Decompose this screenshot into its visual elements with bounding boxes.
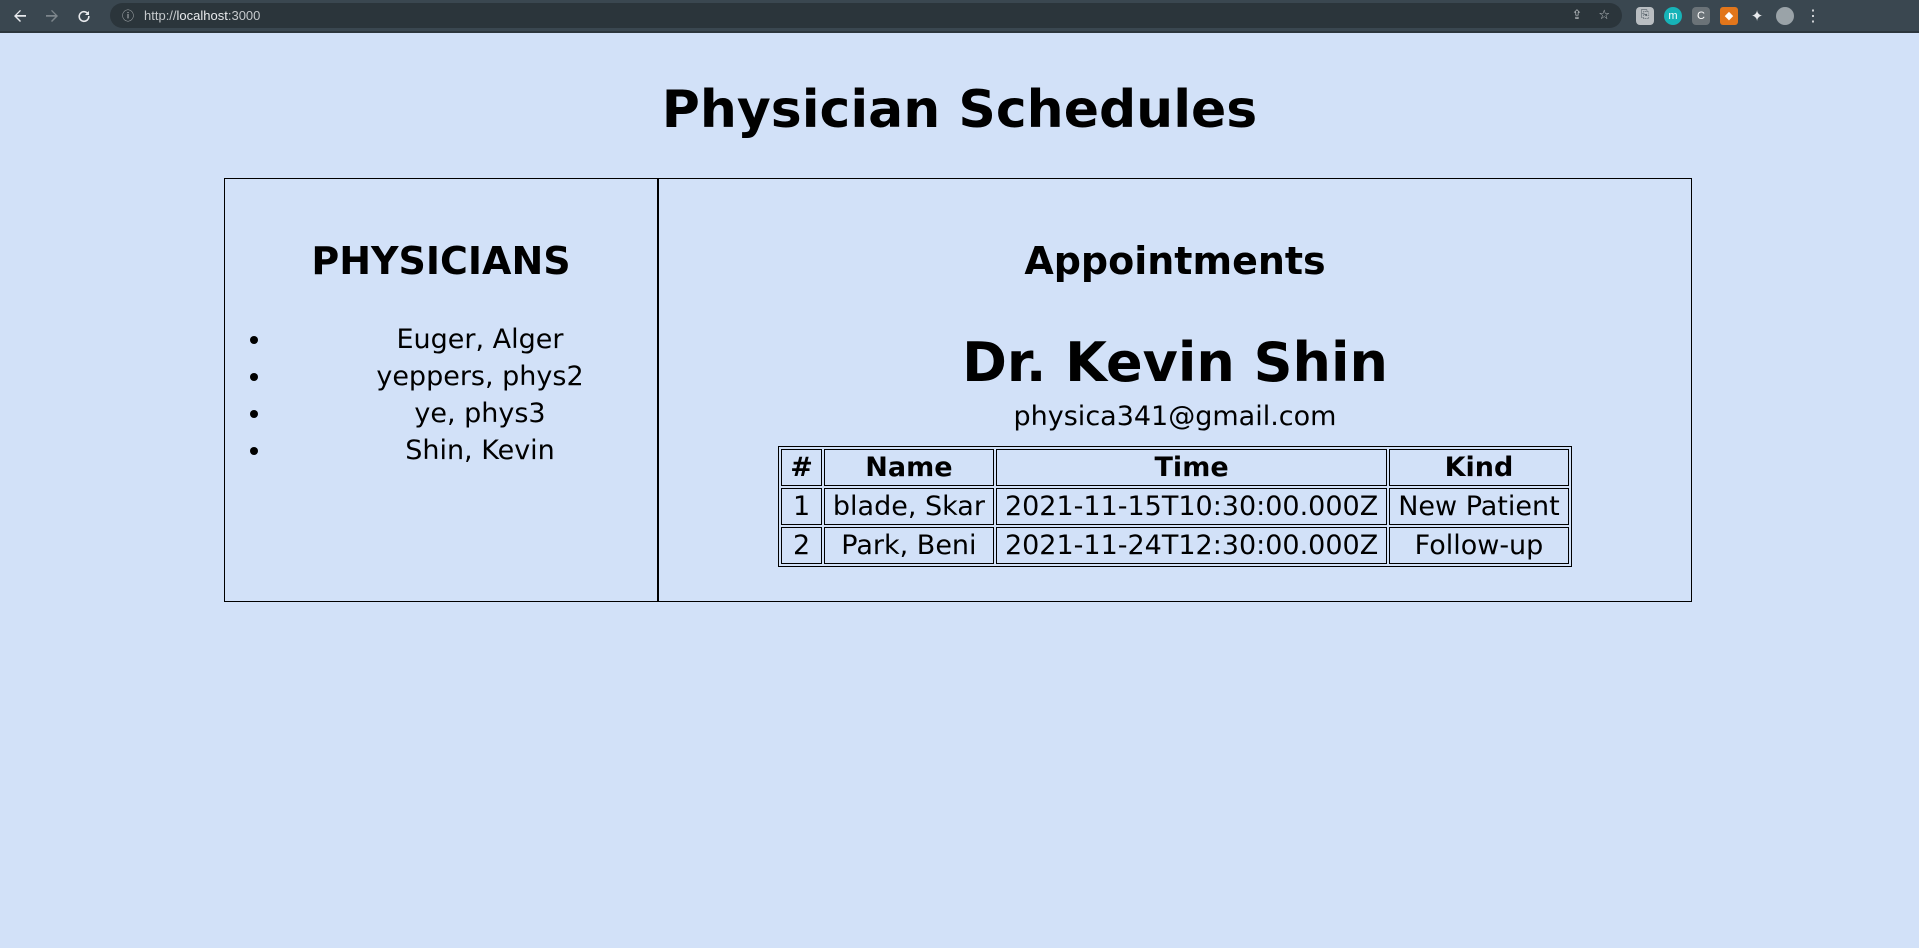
appointments-column: Appointments Dr. Kevin Shin physica341@g…: [659, 179, 1691, 601]
physician-item[interactable]: yeppers, phys2: [273, 358, 657, 395]
column-header-time: Time: [995, 449, 1388, 486]
column-header-number: #: [781, 449, 822, 486]
table-header-row: # Name Time Kind: [781, 449, 1569, 486]
back-arrow-icon[interactable]: [8, 4, 32, 28]
cell-number: 2: [781, 527, 822, 564]
site-info-icon[interactable]: ⓘ: [122, 7, 134, 24]
cell-kind: New Patient: [1389, 488, 1569, 525]
browser-menu-icon[interactable]: ⋮: [1804, 7, 1822, 25]
column-header-name: Name: [823, 449, 994, 486]
page-title: Physician Schedules: [661, 80, 1258, 140]
physician-item[interactable]: Shin, Kevin: [273, 432, 657, 469]
cell-kind: Follow-up: [1389, 527, 1569, 564]
extension-c-icon[interactable]: C: [1692, 6, 1710, 25]
physician-list: Euger, Alger yeppers, phys2 ye, phys3 Sh…: [225, 321, 657, 469]
physicians-heading: PHYSICIANS: [311, 239, 571, 283]
cell-number: 1: [781, 488, 822, 525]
appointments-table: # Name Time Kind 1 blade, Skar 2021-11-1…: [778, 446, 1572, 567]
cell-time: 2021-11-15T10:30:00.000Z: [995, 488, 1388, 525]
reload-icon[interactable]: [72, 4, 96, 28]
physician-item[interactable]: ye, phys3: [273, 395, 657, 432]
table-row: 2 Park, Beni 2021-11-24T12:30:00.000Z Fo…: [781, 527, 1569, 564]
column-header-kind: Kind: [1389, 449, 1569, 486]
extension-m-icon[interactable]: m: [1664, 6, 1682, 25]
share-icon[interactable]: ⇪: [1571, 8, 1582, 23]
appointments-heading: Appointments: [1024, 239, 1326, 283]
extensions-puzzle-icon[interactable]: ✦: [1748, 7, 1766, 25]
selected-doctor-name: Dr. Kevin Shin: [962, 331, 1388, 394]
extension-icon[interactable]: ⎘: [1636, 6, 1654, 25]
table-row: 1 blade, Skar 2021-11-15T10:30:00.000Z N…: [781, 488, 1569, 525]
cell-time: 2021-11-24T12:30:00.000Z: [995, 527, 1388, 564]
physician-item[interactable]: Euger, Alger: [273, 321, 657, 358]
cell-name: blade, Skar: [823, 488, 994, 525]
physicians-column: PHYSICIANS Euger, Alger yeppers, phys2 y…: [225, 179, 659, 601]
selected-doctor-email: physica341@gmail.com: [1013, 401, 1337, 432]
cell-name: Park, Beni: [823, 527, 994, 564]
metamask-fox-icon[interactable]: ◆: [1720, 6, 1738, 25]
browser-toolbar: ⓘ http://localhost:3000 ⇪ ☆ ⎘ m C ◆ ✦ ⋮: [0, 0, 1919, 33]
profile-avatar[interactable]: [1776, 6, 1794, 25]
forward-arrow-icon[interactable]: [40, 4, 64, 28]
schedule-panel: PHYSICIANS Euger, Alger yeppers, phys2 y…: [224, 178, 1692, 602]
url-text: http://localhost:3000: [144, 8, 261, 23]
bookmark-star-icon[interactable]: ☆: [1598, 8, 1610, 23]
address-bar[interactable]: ⓘ http://localhost:3000 ⇪ ☆: [110, 3, 1622, 28]
